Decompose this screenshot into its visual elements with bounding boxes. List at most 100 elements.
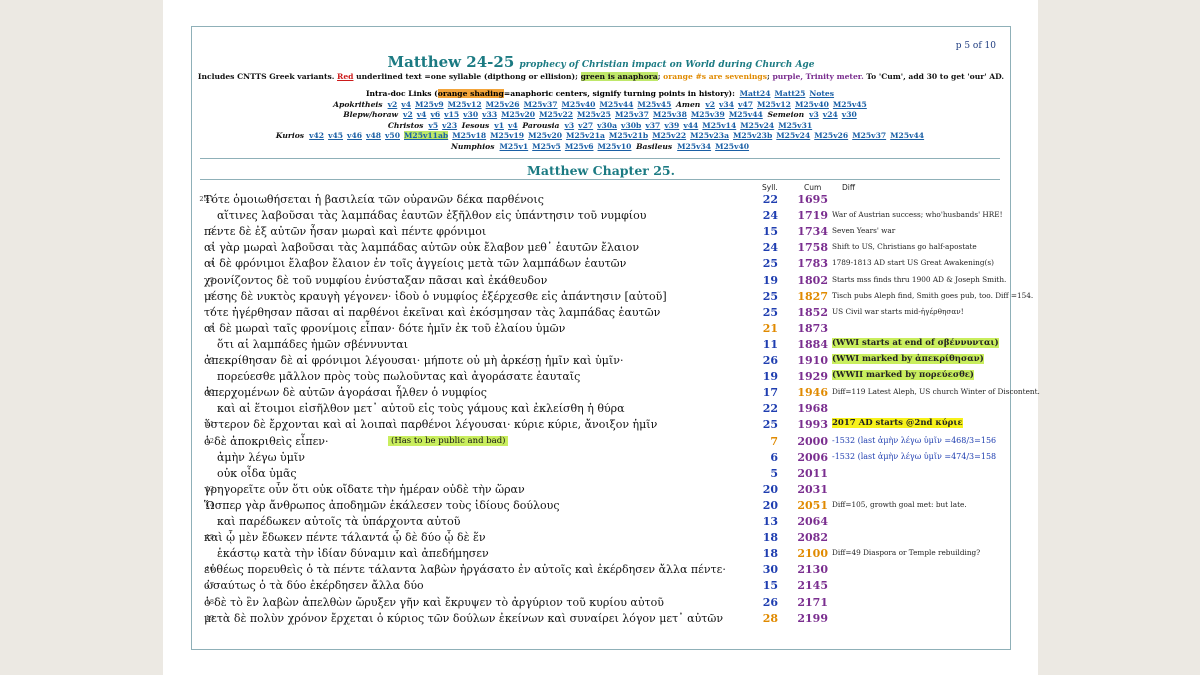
table-row: 18 ὁ δὲ τὸ ἓν λαβὼν ἀπελθὼν ὤρυξεν γῆν κα… [192,595,1010,611]
link-v33[interactable]: v33 [482,110,497,119]
link-m25v31[interactable]: M25v31 [778,121,812,130]
link-v30[interactable]: v30 [842,110,857,119]
link-v2[interactable]: v2 [705,100,715,109]
link-m25v39[interactable]: M25v39 [691,110,725,119]
link-m25v37[interactable]: M25v37 [524,100,558,109]
link-row: Kurios v42 v45 v46 v48 v50 M25v11ab M25v18 M25v1… [192,131,1010,142]
link-v46[interactable]: v46 [347,131,362,140]
link-m25v21b[interactable]: M25v21b [609,131,648,140]
link-v15[interactable]: v15 [444,110,459,119]
link-v4[interactable]: v4 [401,100,411,109]
link-v2[interactable]: v2 [403,110,413,119]
link-m25v23b[interactable]: M25v23b [733,131,772,140]
link-v24[interactable]: v24 [823,110,838,119]
syllable-count: 19 [762,273,778,287]
syllable-count: 25 [762,418,778,432]
link-m25v20[interactable]: M25v20 [528,131,562,140]
link-notes[interactable]: Notes [809,89,834,98]
link-m25v22[interactable]: M25v22 [652,131,686,140]
link-m25v20[interactable]: M25v20 [501,110,535,119]
link-m25v1[interactable]: M25v1 [500,142,529,151]
link-v3[interactable]: v3 [809,110,819,119]
link-m25v45[interactable]: M25v45 [637,100,671,109]
cumulative-count: 2031 [797,482,828,496]
link-m25v26[interactable]: M25v26 [486,100,520,109]
link-m25v10[interactable]: M25v10 [598,142,632,151]
link-m25v34[interactable]: M25v34 [677,142,711,151]
link-m25v22[interactable]: M25v22 [539,110,573,119]
link-v42[interactable]: v42 [309,131,324,140]
intra-doc-links: Intra-doc Links (orange shading=anaphori… [192,89,1010,153]
link-v6[interactable]: v6 [430,110,440,119]
link-m25v45[interactable]: M25v45 [833,100,867,109]
link-v45[interactable]: v45 [328,131,343,140]
cumulative-count: 1910 [797,354,828,367]
syllable-count: 25 [762,305,778,319]
link-m25v6[interactable]: M25v6 [565,142,594,151]
link-m25v44[interactable]: M25v44 [890,131,924,140]
link-row-label: Kurios [275,131,305,141]
link-matt24[interactable]: Matt24 [740,89,771,98]
diff-note: (WWI marked by ἀπεκρίθησαν) [832,354,984,364]
link-v47[interactable]: v47 [738,100,753,109]
link-m25v38[interactable]: M25v38 [653,110,687,119]
link-v3[interactable]: v3 [564,121,574,130]
link-v27[interactable]: v27 [578,121,593,130]
link-m25v26[interactable]: M25v26 [814,131,848,140]
link-m25v9[interactable]: M25v9 [415,100,444,109]
cumulative-count: 2051 [797,498,828,512]
cumulative-count: 1968 [797,402,828,416]
greek-text: μέσης δὲ νυκτὸς κραυγὴ γέγονεν· ἰδοὺ ὁ ν… [204,289,667,303]
link-v5[interactable]: v5 [428,121,438,130]
link-m25v25[interactable]: M25v25 [577,110,611,119]
link-v30[interactable]: v30 [463,110,478,119]
table-row: πορεύεσθε μᾶλλον πρὸς τοὺς πωλοῦντας καὶ… [192,369,1010,385]
link-m25v40[interactable]: M25v40 [715,142,749,151]
link-m25v18[interactable]: M25v18 [452,131,486,140]
link-m25v5[interactable]: M25v5 [532,142,561,151]
link-m25v12[interactable]: M25v12 [757,100,791,109]
link-v50[interactable]: v50 [385,131,400,140]
link-m25v24[interactable]: M25v24 [740,121,774,130]
cumulative-count: 2145 [797,579,828,593]
link-m25v19[interactable]: M25v19 [490,131,524,140]
link-v2[interactable]: v2 [388,100,398,109]
link-m25v40[interactable]: M25v40 [795,100,829,109]
diff-note: Diff=119 Latest Aleph, US church Winter … [832,387,1040,397]
link-v39[interactable]: v39 [664,121,679,130]
greek-text: ὁ δὲ τὸ ἓν λαβὼν ἀπελθὼν ὤρυξεν γῆν καὶ … [204,595,664,609]
link-m25v14[interactable]: M25v14 [702,121,736,130]
link-v44[interactable]: v44 [683,121,698,130]
link-m25v24[interactable]: M25v24 [776,131,810,140]
syllable-count: 19 [762,370,778,384]
link-m25v44[interactable]: M25v44 [729,110,763,119]
link-m25v37[interactable]: M25v37 [615,110,649,119]
link-m25v21a[interactable]: M25v21a [566,131,605,140]
link-v48[interactable]: v48 [366,131,381,140]
syllable-count: 26 [762,595,778,609]
link-m25v40[interactable]: M25v40 [562,100,596,109]
diff-note: 2017 AD starts @2nd κύριε [832,418,963,429]
greek-text: εὐθέως πορευθεὶς ὁ τὰ πέντε τάλαντα λαβὼ… [204,563,726,577]
table-row: 12 ὁ δὲ ἀποκριθεὶς εἶπεν· (Has to be publi… [192,434,1010,450]
link-matt25[interactable]: Matt25 [775,89,806,98]
syllable-count: 15 [762,225,778,239]
link-v30a[interactable]: v30a [597,121,617,130]
link-m25v37[interactable]: M25v37 [852,131,886,140]
link-v30b[interactable]: v30b [621,121,641,130]
content-frame: p 5 of 10 Matthew 24-25 prophecy of Chri… [191,26,1040,650]
link-row-label: Parousia [522,120,560,130]
diff-note: 1789-1813 AD start US Great Awakening(s) [832,258,994,268]
link-m25v12[interactable]: M25v12 [448,100,482,109]
link-m25v44[interactable]: M25v44 [599,100,633,109]
link-m25v23a[interactable]: M25v23a [690,131,729,140]
link-m25v11ab[interactable]: M25v11ab [404,131,449,141]
greek-text: ὅτι αἱ λαμπάδες ἡμῶν σβέννυνται [217,337,408,351]
link-v34[interactable]: v34 [719,100,734,109]
link-v1[interactable]: v1 [494,121,504,130]
link-v23[interactable]: v23 [442,121,457,130]
link-v4[interactable]: v4 [508,121,518,130]
link-v4[interactable]: v4 [417,110,427,119]
legend-text: ; [767,72,770,81]
link-v37[interactable]: v37 [645,121,660,130]
